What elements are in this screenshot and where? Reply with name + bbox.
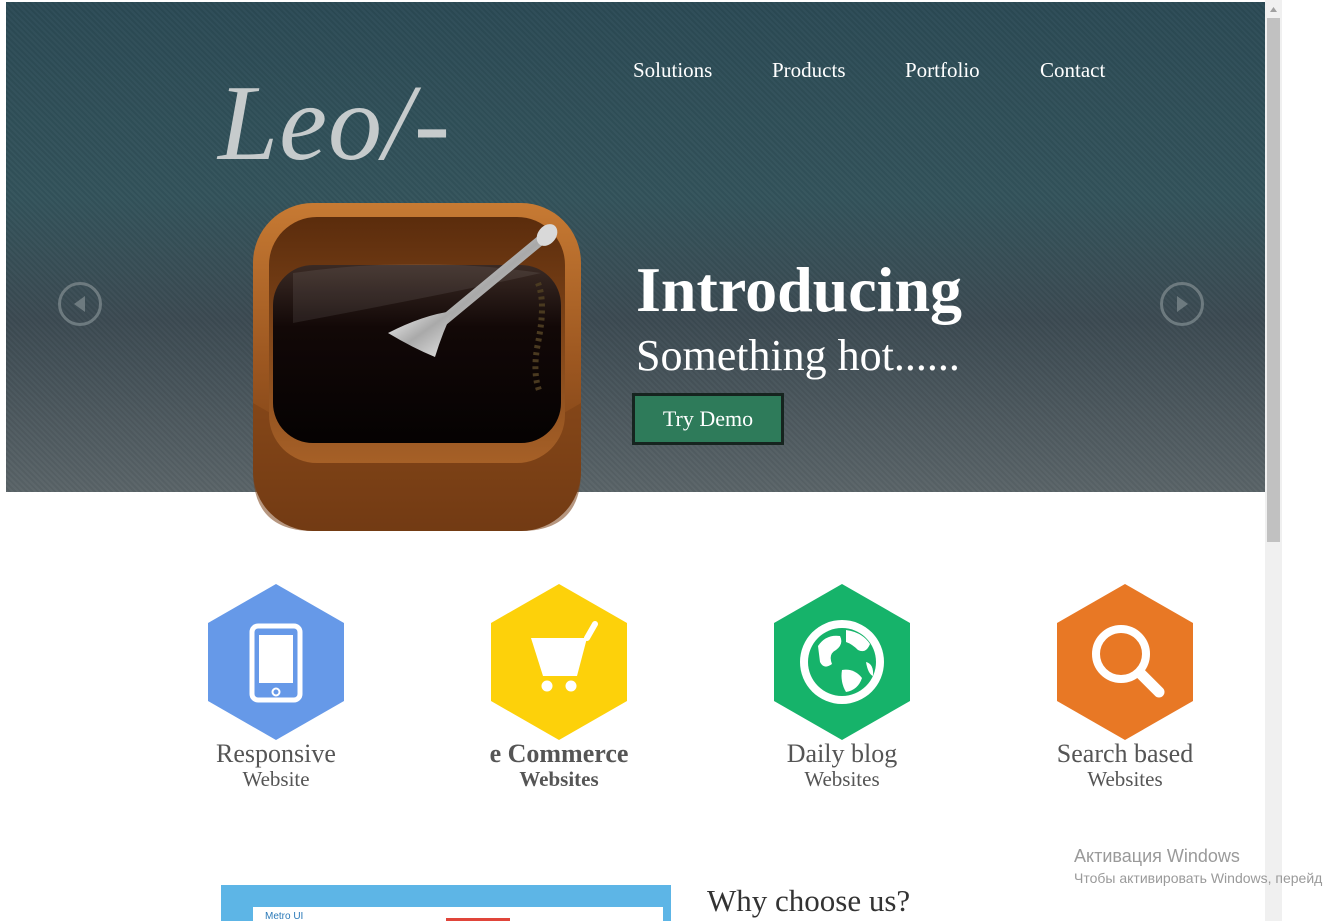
scroll-up-arrow-icon[interactable]: [1265, 2, 1282, 18]
scrollbar-thumb[interactable]: [1267, 18, 1280, 542]
feature-hexagon: [774, 584, 910, 740]
main-nav: Solutions Products Portfolio Contact: [6, 58, 1265, 88]
search-icon: [1057, 584, 1193, 740]
feature-title: Search based: [1056, 739, 1194, 768]
feature-hexagon: [491, 584, 627, 740]
feature-responsive[interactable]: Responsive Website: [156, 584, 396, 792]
hero-subtitle: Something hot......: [636, 331, 960, 380]
nav-item-contact[interactable]: Contact: [1040, 58, 1105, 83]
try-demo-button[interactable]: Try Demo: [632, 393, 784, 445]
feature-subtitle: Websites: [1087, 767, 1163, 792]
feature-title: e Commerce: [489, 739, 629, 768]
slider-prev-button[interactable]: [58, 282, 102, 326]
nav-item-portfolio[interactable]: Portfolio: [905, 58, 980, 83]
hero-title: Introducing: [636, 254, 963, 325]
slider-next-button[interactable]: [1160, 282, 1204, 326]
why-choose-heading: Why choose us?: [707, 883, 911, 918]
feature-ecommerce[interactable]: e Commerce Websites: [439, 584, 679, 792]
feature-search-based[interactable]: Search based Websites: [1005, 584, 1245, 792]
globe-icon: [774, 584, 910, 740]
feature-hexagon: [1057, 584, 1193, 740]
feature-subtitle: Website: [242, 767, 310, 792]
arrow-left-icon: [74, 296, 85, 312]
arrow-right-icon: [1177, 296, 1188, 312]
preview-label: Metro UI: [265, 911, 304, 921]
feature-hexagon: [208, 584, 344, 740]
windows-activation-watermark: Активация Windows Чтобы активировать Win…: [1074, 846, 1322, 886]
feature-title: Responsive: [216, 739, 336, 768]
tablet-icon: [208, 584, 344, 740]
portfolio-preview-image[interactable]: Metro UI: [221, 885, 671, 921]
nav-item-solutions[interactable]: Solutions: [633, 58, 712, 83]
watermark-text: Чтобы активировать Windows, перейд: [1074, 870, 1323, 886]
cart-icon: [491, 584, 627, 740]
coffee-app-icon: [253, 203, 581, 531]
feature-subtitle: Websites: [519, 767, 599, 792]
watermark-title: Активация Windows: [1074, 846, 1240, 866]
hero-banner: Leo/- Solutions Products Portfolio Conta…: [6, 2, 1265, 492]
nav-item-products[interactable]: Products: [772, 58, 846, 83]
feature-title: Daily blog: [786, 739, 898, 768]
feature-daily-blog[interactable]: Daily blog Websites: [722, 584, 962, 792]
feature-subtitle: Websites: [804, 767, 880, 792]
